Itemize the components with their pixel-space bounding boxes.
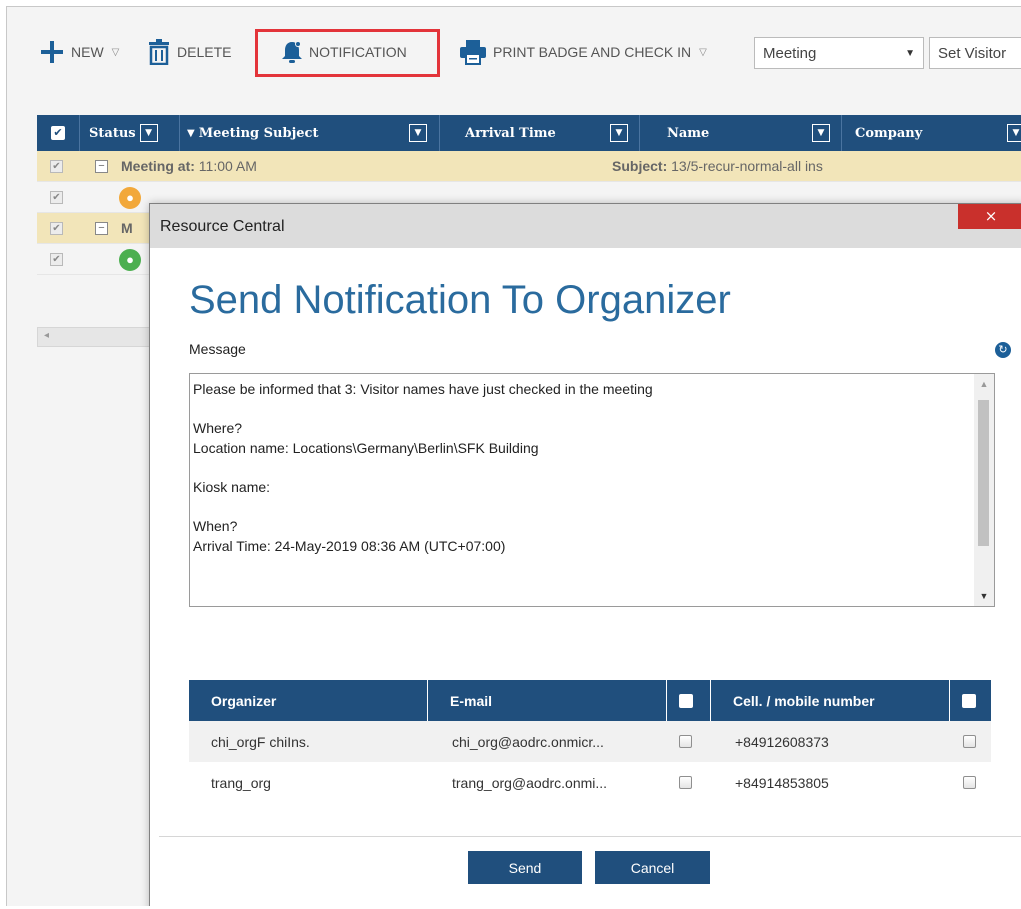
filter-icon[interactable]: ▼ (139, 124, 158, 142)
delete-label: DELETE (177, 44, 232, 60)
organizer-email: chi_org@aodrc.onmicr... (452, 733, 604, 750)
new-button[interactable]: NEW ▽ (39, 37, 119, 67)
organizer-email: trang_org@aodrc.onmi... (452, 774, 608, 791)
header-email: E-mail (450, 692, 493, 709)
send-notification-dialog: Resource Central × Send Notification To … (149, 203, 1021, 906)
column-label: Company (855, 125, 923, 141)
row-checkbox[interactable]: ✔ (50, 253, 63, 266)
header-phone: Cell. / mobile number (733, 692, 875, 709)
filter-icon[interactable]: ▼ (610, 115, 628, 151)
new-label: NEW (71, 44, 104, 60)
column-label: Status (89, 125, 136, 141)
column-status[interactable]: Status ▼ (89, 115, 158, 151)
refresh-icon[interactable]: ↻ (995, 342, 1011, 358)
scroll-thumb[interactable] (978, 400, 989, 546)
set-visitor-select[interactable]: Set Visitor (929, 37, 1021, 69)
organizer-table-header: Organizer E-mail Cell. / mobile number (189, 680, 991, 721)
scroll-up-icon[interactable]: ▲ (974, 374, 994, 394)
sort-icon: ▼ (187, 127, 195, 139)
printer-icon (460, 40, 486, 65)
filter-icon[interactable]: ▼ (1007, 115, 1021, 151)
filter-icon[interactable]: ▼ (812, 115, 830, 151)
horizontal-scrollbar[interactable]: ◂ (37, 327, 152, 347)
grid-header: ✔ Status ▼ ▼ Meeting Subject ▼ Arrival T… (37, 115, 1021, 151)
caret-down-icon[interactable]: ▽ (699, 47, 707, 58)
organizer-row: chi_orgF chiIns. chi_org@aodrc.onmicr...… (189, 721, 991, 762)
column-label: Name (667, 125, 710, 141)
organizer-table: Organizer E-mail Cell. / mobile number c… (189, 680, 991, 803)
dialog-titlebar: Resource Central × (150, 204, 1021, 248)
dropdown-arrow-icon: ▼ (905, 47, 915, 59)
column-company[interactable]: Company (855, 115, 922, 151)
dialog-title: Resource Central (160, 218, 285, 235)
subject-value: 13/5-recur-normal-all ins (671, 158, 823, 174)
print-badge-button[interactable]: PRINT BADGE AND CHECK IN ▽ (459, 37, 707, 67)
notification-button[interactable]: NOTIFICATION (281, 37, 407, 67)
message-label: Message (189, 341, 246, 357)
group-label: M (121, 220, 133, 236)
set-visitor-value: Set Visitor (938, 44, 1007, 62)
phone-select-all-checkbox[interactable] (962, 680, 976, 721)
meeting-type-value: Meeting (763, 44, 817, 62)
organizer-phone: +84912608373 (735, 733, 829, 750)
group-time: 11:00 AM (198, 158, 257, 174)
email-checkbox[interactable] (679, 762, 692, 803)
visitor-status-icon: ● (119, 187, 141, 209)
column-label: Meeting Subject (198, 125, 319, 141)
group-subject: Subject: 13/5-recur-normal-all ins (612, 158, 823, 174)
email-select-all-checkbox[interactable] (679, 680, 693, 721)
subject-key: Subject: (612, 158, 668, 174)
group-label-key: Meeting at: (121, 158, 195, 174)
scroll-down-icon[interactable]: ▼ (974, 586, 994, 606)
phone-checkbox[interactable] (963, 721, 976, 762)
trash-icon (149, 39, 169, 65)
caret-down-icon[interactable]: ▽ (112, 47, 120, 58)
plus-icon (41, 41, 63, 63)
column-arrival-time[interactable]: Arrival Time (465, 115, 556, 151)
row-checkbox[interactable]: ✔ (50, 160, 63, 173)
footer-divider (159, 836, 1021, 837)
row-checkbox[interactable]: ✔ (50, 222, 63, 235)
visitor-status-icon: ● (119, 249, 141, 271)
meeting-type-select[interactable]: Meeting ▼ (754, 37, 924, 69)
phone-checkbox[interactable] (963, 762, 976, 803)
bell-icon (282, 41, 302, 63)
organizer-name: chi_orgF chiIns. (211, 733, 310, 750)
row-checkbox[interactable]: ✔ (50, 191, 63, 204)
delete-button[interactable]: DELETE (147, 37, 231, 67)
collapse-icon[interactable]: − (95, 222, 108, 235)
column-name[interactable]: Name (667, 115, 709, 151)
header-organizer: Organizer (211, 692, 277, 709)
close-icon[interactable]: × (958, 204, 1021, 229)
check-icon: ✔ (51, 126, 65, 140)
message-text: Please be informed that 3: Visitor names… (193, 381, 653, 554)
organizer-name: trang_org (211, 774, 271, 791)
email-checkbox[interactable] (679, 721, 692, 762)
send-button[interactable]: Send (468, 851, 582, 884)
scroll-left-icon[interactable]: ◂ (44, 330, 49, 341)
column-label: Arrival Time (465, 125, 556, 141)
dialog-body: Send Notification To Organizer Message ↻… (159, 248, 1021, 906)
notification-label: NOTIFICATION (309, 44, 407, 60)
print-badge-label: PRINT BADGE AND CHECK IN (493, 44, 692, 60)
vertical-scrollbar[interactable]: ▲ ▼ (974, 374, 994, 606)
dialog-heading: Send Notification To Organizer (189, 278, 731, 322)
toolbar: NEW ▽ DELETE NOTIFICATION PRINT BADGE AN… (7, 7, 1021, 97)
cancel-button[interactable]: Cancel (595, 851, 710, 884)
group-label: Meeting at: 11:00 AM (121, 158, 257, 174)
message-textarea[interactable]: Please be informed that 3: Visitor names… (189, 373, 995, 607)
organizer-row: trang_org trang_org@aodrc.onmi... +84914… (189, 762, 991, 803)
select-all-checkbox[interactable]: ✔ (51, 115, 65, 151)
filter-icon[interactable]: ▼ (409, 115, 427, 151)
column-meeting-subject[interactable]: ▼ Meeting Subject (187, 115, 318, 151)
visitor-management-app: NEW ▽ DELETE NOTIFICATION PRINT BADGE AN… (6, 6, 1021, 906)
group-row-meeting[interactable]: ✔ − Meeting at: 11:00 AM Subject: 13/5-r… (37, 151, 1021, 182)
organizer-phone: +84914853805 (735, 774, 829, 791)
collapse-icon[interactable]: − (95, 160, 108, 173)
